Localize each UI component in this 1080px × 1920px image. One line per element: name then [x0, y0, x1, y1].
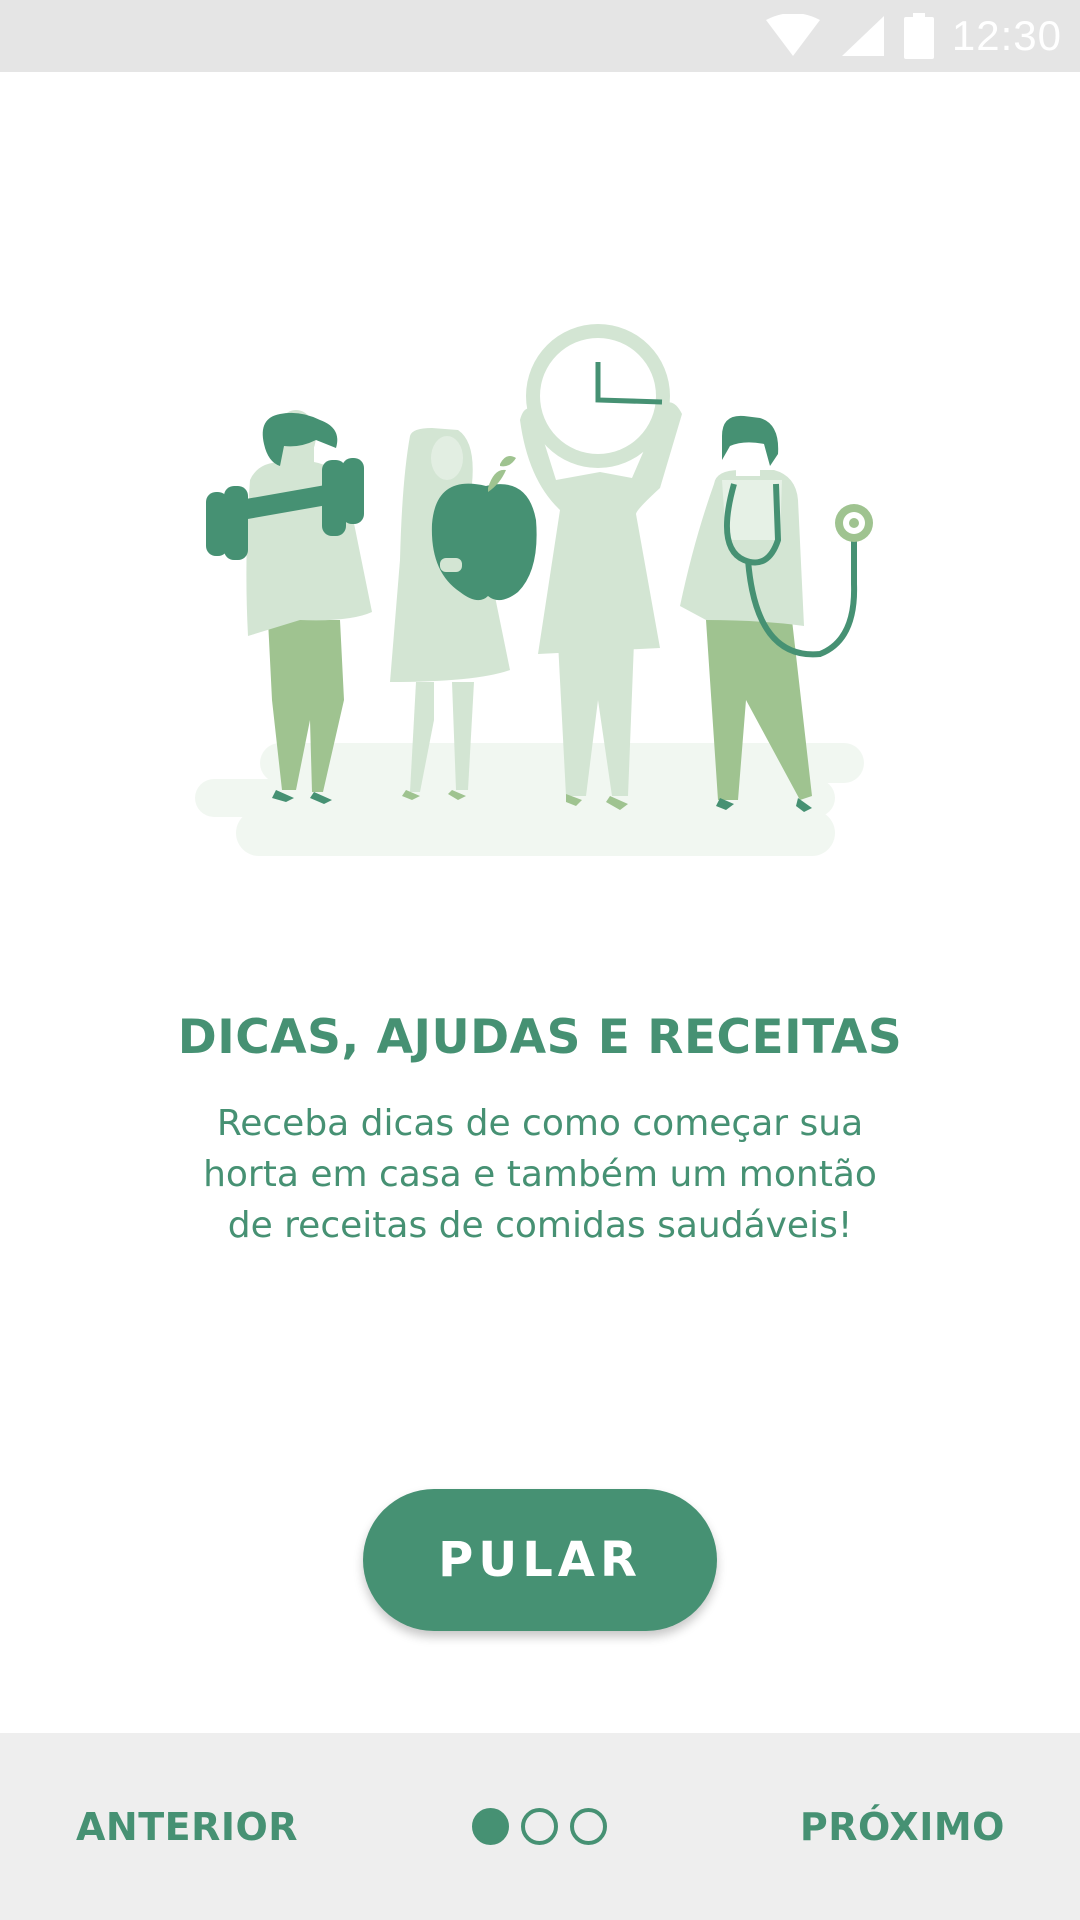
page-indicator-dot-1	[472, 1807, 509, 1845]
page-indicator-dot-2	[521, 1807, 558, 1845]
previous-button[interactable]: ANTERIOR	[76, 1733, 298, 1920]
next-button[interactable]: PRÓXIMO	[800, 1733, 1005, 1920]
person-with-clock	[520, 324, 682, 810]
people-health-illustration	[195, 324, 873, 856]
status-icons: 12:30	[764, 0, 1062, 72]
onboarding-description: Receba dicas de como começar sua horta e…	[203, 1103, 877, 1246]
skip-button[interactable]: PULAR	[363, 1489, 717, 1631]
wifi-icon	[765, 14, 820, 56]
onboarding-title: DICAS, AJUDAS E RECEITAS	[177, 1010, 903, 1065]
page-indicator	[472, 1807, 608, 1845]
battery-icon	[903, 13, 934, 59]
status-bar: 12:30	[0, 0, 1080, 72]
onboarding-screen: 12:30 DICAS, AJUDAS E RECEITAS Receba di…	[0, 0, 1080, 1920]
page-indicator-dot-3	[570, 1807, 607, 1845]
status-time: 12:30	[951, 12, 1062, 59]
signal-icon	[841, 16, 884, 56]
